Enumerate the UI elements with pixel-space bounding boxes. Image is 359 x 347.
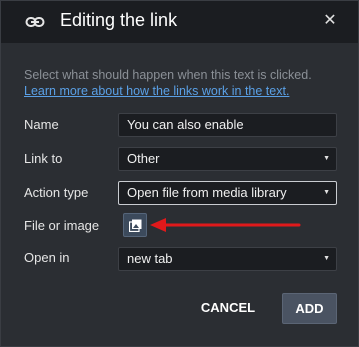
learn-more-link[interactable]: Learn more about how the links work in t… [24,83,344,99]
choose-file-button[interactable] [123,213,147,237]
dialog-description: Select what should happen when this text… [24,67,344,99]
action-type-value: Open file from media library [127,185,287,200]
action-type-select[interactable]: Open file from media library ▼ [118,181,337,205]
file-or-image-label: File or image [24,218,100,233]
description-text: Select what should happen when this text… [24,68,312,82]
cancel-button[interactable]: CANCEL [192,293,264,323]
chevron-down-icon: ▼ [323,189,330,196]
link-to-label: Link to [24,151,63,166]
edit-link-dialog: Editing the link ✕ Select what should ha… [0,0,359,347]
action-type-label: Action type [24,185,89,200]
add-button[interactable]: ADD [282,293,337,324]
close-icon[interactable]: ✕ [323,10,337,32]
dialog-header: Editing the link ✕ [1,1,358,43]
chevron-down-icon: ▼ [323,155,330,162]
open-in-select[interactable]: new tab ▼ [118,247,337,271]
media-library-icon [129,219,142,232]
name-input[interactable]: You can also enable [118,113,337,137]
name-input-value: You can also enable [127,117,244,132]
name-label: Name [24,117,59,132]
open-in-label: Open in [24,250,70,265]
link-to-select[interactable]: Other ▼ [118,147,337,171]
link-icon [25,17,45,27]
dialog-title: Editing the link [60,10,178,30]
chevron-down-icon: ▼ [323,255,330,262]
open-in-value: new tab [127,251,173,266]
annotation-arrow-icon [150,218,301,232]
link-to-value: Other [127,151,160,166]
